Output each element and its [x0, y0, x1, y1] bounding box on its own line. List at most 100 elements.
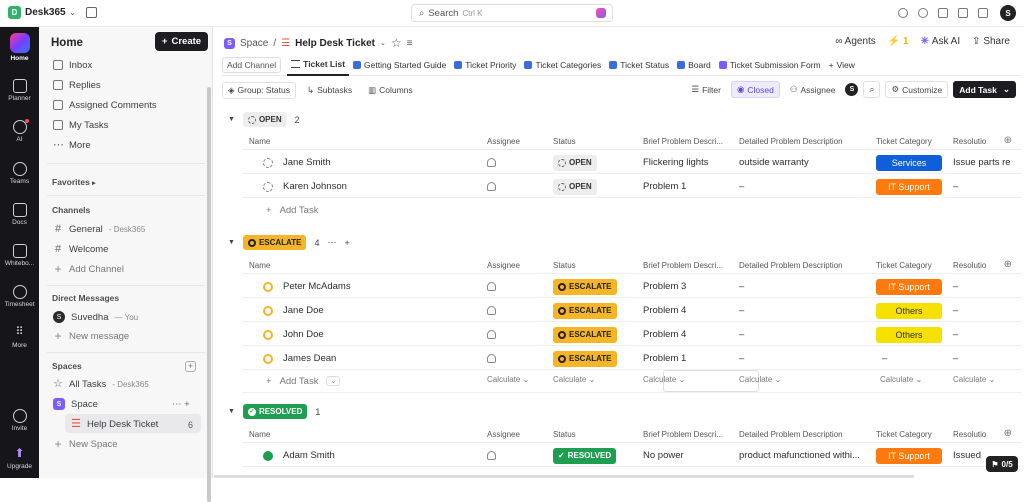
sidebar-scrollbar[interactable]	[207, 87, 211, 502]
col-assignee[interactable]: Assignee	[487, 425, 547, 443]
resolution-cell[interactable]: Issue parts re	[953, 151, 1013, 174]
col-detailed[interactable]: Detailed Problem Description	[739, 132, 871, 150]
table-row[interactable]: Peter McAdams ESCALATE Problem 3 – IT Su…	[242, 275, 1022, 298]
add-column-icon[interactable]: ⊕	[1004, 135, 1012, 146]
assignee-cell[interactable]	[487, 151, 547, 174]
col-assignee[interactable]: Assignee	[487, 132, 547, 150]
new-message-button[interactable]: +New message	[53, 329, 129, 343]
assignee-cell[interactable]	[487, 444, 547, 467]
share-button[interactable]: ⇪ Share	[972, 36, 1010, 47]
col-name[interactable]: Name	[249, 132, 479, 150]
star-icon[interactable]: ☆	[391, 36, 402, 50]
workspace-switcher[interactable]: D Desk365 ⌄	[8, 6, 75, 19]
tab-ticket-status[interactable]: Ticket Status	[605, 54, 673, 76]
crumb-list[interactable]: Help Desk Ticket	[295, 38, 375, 49]
rail-teams[interactable]: Teams	[0, 162, 39, 185]
table-row[interactable]: Adam Smith ✓RESOLVED No power product ma…	[242, 444, 1022, 467]
col-category[interactable]: Ticket Category	[876, 256, 946, 274]
category-cell[interactable]: Others	[876, 299, 946, 322]
detailed-cell[interactable]: outside warranty	[739, 151, 871, 174]
assignee-cell[interactable]	[487, 175, 547, 198]
col-detailed[interactable]: Detailed Problem Description	[739, 256, 871, 274]
group-escalate-header[interactable]: ▼ ESCALATE 4 ⋯ +	[228, 235, 350, 250]
rail-planner[interactable]: Planner	[0, 79, 39, 102]
col-name[interactable]: Name	[249, 256, 479, 274]
detailed-cell[interactable]: –	[739, 323, 871, 346]
table-row[interactable]: Jane Doe ESCALATE Problem 4 – Others –	[242, 299, 1022, 322]
add-task-row[interactable]: +Add Task	[242, 199, 1022, 222]
menu-lines-icon[interactable]: ≡	[407, 38, 413, 49]
task-name[interactable]: Jane Doe	[249, 299, 479, 322]
task-name[interactable]: Jane Smith	[249, 151, 479, 174]
status-cell[interactable]: ESCALATE	[553, 275, 635, 298]
resolution-cell[interactable]: –	[953, 347, 1013, 370]
category-cell[interactable]: Others	[876, 323, 946, 346]
record-icon[interactable]	[918, 8, 928, 18]
create-button[interactable]: + Create	[155, 32, 208, 51]
detailed-cell[interactable]: –	[739, 347, 871, 370]
sidebar-item-space[interactable]: SSpace⋯ +	[53, 397, 190, 411]
rail-ai[interactable]: AI	[0, 120, 39, 143]
table-row[interactable]: John Doe ESCALATE Problem 4 – Others –	[242, 323, 1022, 346]
calculate-assignee[interactable]: Calculate ⌄	[487, 375, 529, 384]
brief-cell[interactable]: Problem 3	[643, 275, 733, 298]
col-brief[interactable]: Brief Problem Descri...	[643, 256, 733, 274]
caret-down-icon[interactable]: ▼	[228, 408, 235, 415]
sidebar-item-general[interactable]: #General- Desk365	[53, 222, 145, 236]
ask-ai-button[interactable]: ✳ Ask AI	[921, 36, 961, 47]
document-icon[interactable]	[958, 8, 968, 18]
status-cell[interactable]: OPEN	[553, 151, 635, 174]
col-name[interactable]: Name	[249, 425, 479, 443]
check-circle-icon[interactable]	[898, 8, 908, 18]
spaces-header[interactable]: Spaces	[52, 361, 82, 371]
add-space-button[interactable]: +	[185, 361, 196, 372]
tab-add-view[interactable]: +View	[825, 54, 859, 76]
table-row[interactable]: Jane Smith OPEN Flickering lights outsid…	[242, 151, 1022, 174]
group-open-header[interactable]: ▼ OPEN 2	[228, 112, 300, 127]
sidebar-item-replies[interactable]: Replies	[53, 78, 101, 92]
sidebar-item-my-tasks[interactable]: My Tasks	[53, 118, 108, 132]
status-cell[interactable]: ESCALATE	[553, 299, 635, 322]
rail-docs[interactable]: Docs	[0, 203, 39, 226]
rail-upgrade[interactable]: ⬆ Upgrade	[0, 447, 39, 470]
category-cell[interactable]: IT Support	[876, 275, 946, 298]
category-cell[interactable]: IT Support	[876, 444, 946, 467]
assignee-button[interactable]: ⚇Assignee	[785, 81, 841, 98]
brief-cell[interactable]: Problem 4	[643, 299, 733, 322]
search-bar[interactable]: ⌕ Search Ctrl K	[411, 4, 613, 22]
group-by-button[interactable]: ◈Group: Status	[222, 82, 296, 99]
customize-button[interactable]: ⚙Customize	[885, 81, 948, 98]
col-detailed[interactable]: Detailed Problem Description	[739, 425, 871, 443]
assignee-cell[interactable]	[487, 347, 547, 370]
col-brief[interactable]: Brief Problem Descri...	[643, 132, 733, 150]
status-badge[interactable]: OPEN	[553, 179, 597, 195]
add-column-icon[interactable]: ⊕	[1004, 428, 1012, 439]
add-task-button[interactable]: Add Task⌄	[953, 81, 1016, 98]
calculate-detailed[interactable]: Calculate ⌄	[739, 375, 781, 384]
search-button[interactable]: ⌕	[863, 81, 880, 98]
sidebar-item-assigned-comments[interactable]: Assigned Comments	[53, 98, 157, 112]
rail-whiteboards[interactable]: Whitebo...	[0, 244, 39, 267]
status-open-icon[interactable]	[263, 182, 273, 192]
col-status[interactable]: Status	[553, 132, 635, 150]
calculate-brief[interactable]: Calculate ⌄	[643, 375, 685, 384]
resolution-cell[interactable]: –	[953, 175, 1013, 198]
status-badge[interactable]: ESCALATE	[553, 303, 617, 319]
status-open-icon[interactable]	[263, 158, 273, 168]
user-avatar[interactable]: S	[1000, 5, 1016, 21]
sidebar-item-inbox[interactable]: Inbox	[53, 58, 92, 72]
more-dots-icon[interactable]: ⋯	[327, 237, 336, 248]
status-escalate-icon[interactable]	[263, 282, 273, 292]
tab-getting-started-guide[interactable]: Getting Started Guide	[349, 54, 450, 76]
category-cell[interactable]: –	[876, 347, 946, 370]
tab-ticket-list[interactable]: Ticket List	[287, 54, 349, 76]
brief-cell[interactable]: Problem 1	[643, 347, 733, 370]
assignee-cell[interactable]	[487, 275, 547, 298]
calculate-status[interactable]: Calculate ⌄	[553, 375, 595, 384]
rail-home[interactable]: Home	[0, 33, 39, 62]
rail-timesheet[interactable]: Timesheet	[0, 285, 39, 308]
brief-cell[interactable]: Problem 4	[643, 323, 733, 346]
rail-invite[interactable]: Invite	[0, 409, 39, 432]
calculate-resolution[interactable]: Calculate ⌄	[953, 375, 995, 384]
onboarding-progress-badge[interactable]: ⚑0/5	[986, 456, 1018, 472]
